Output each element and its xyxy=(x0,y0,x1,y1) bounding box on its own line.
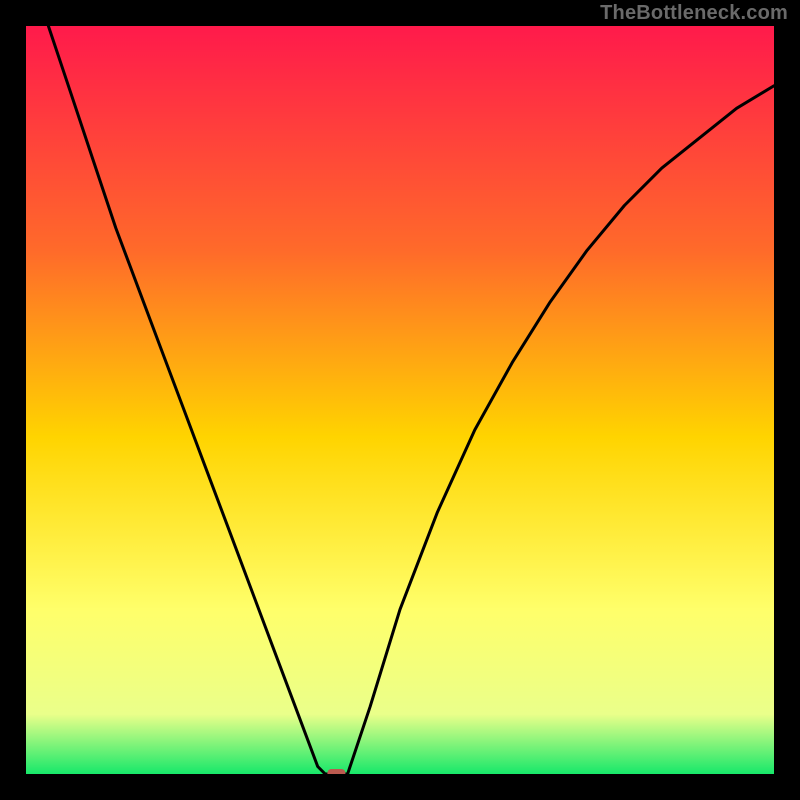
chart-svg xyxy=(26,26,774,774)
optimal-marker xyxy=(327,769,345,774)
gradient-background xyxy=(26,26,774,774)
plot-area xyxy=(26,26,774,774)
chart-frame: TheBottleneck.com xyxy=(0,0,800,800)
watermark-text: TheBottleneck.com xyxy=(600,2,788,25)
